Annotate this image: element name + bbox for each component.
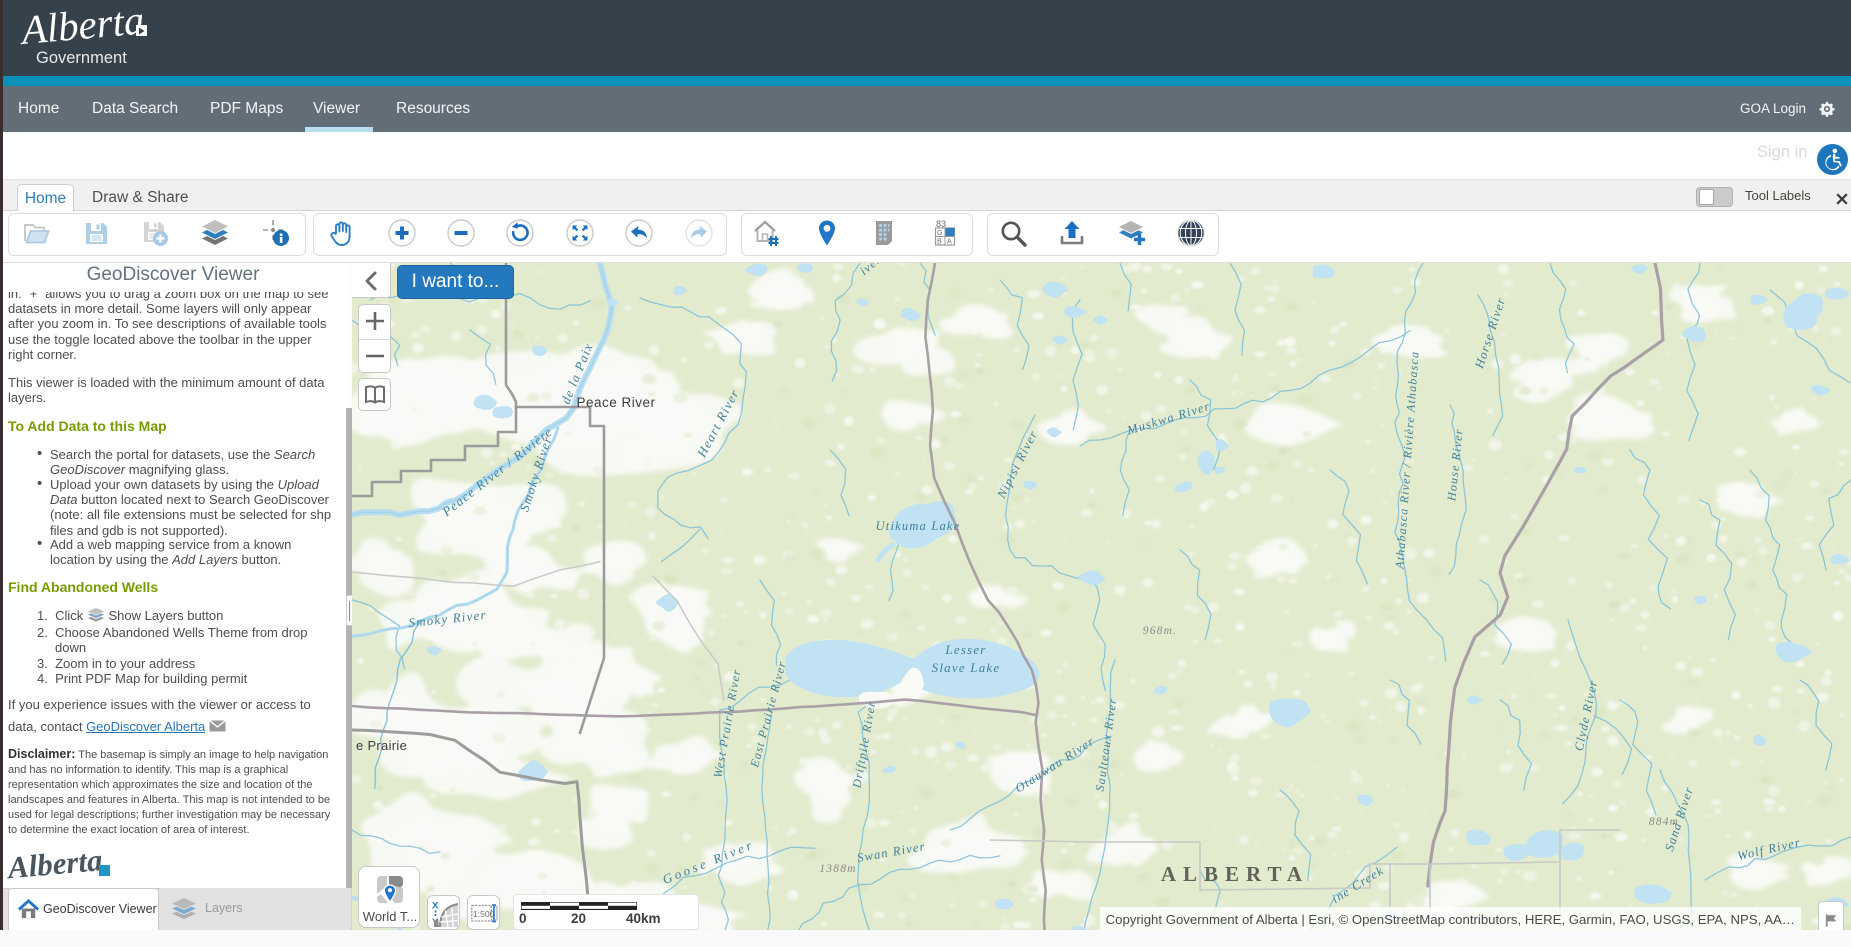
svg-text:884m: 884m (1649, 816, 1679, 828)
svg-text:Peace River: Peace River (576, 395, 655, 410)
svg-text:Alberta: Alberta (20, 2, 146, 53)
svg-text:ALBERTA: ALBERTA (1161, 862, 1309, 886)
svg-text:1388m: 1388m (819, 863, 856, 875)
svg-text:Lesser: Lesser (944, 642, 986, 657)
svg-text:Slave Lake: Slave Lake (932, 660, 1001, 675)
svg-text:G: G (937, 230, 942, 237)
svg-text:1:500: 1:500 (473, 909, 495, 919)
svg-text:X: X (432, 901, 439, 912)
svg-text:A: A (947, 239, 952, 246)
svg-text:e Prairie: e Prairie (356, 738, 407, 753)
svg-text:B: B (937, 239, 942, 246)
svg-text:968m.: 968m. (1143, 625, 1177, 637)
svg-text:Government: Government (36, 49, 127, 67)
svg-text:Utikuma Lake: Utikuma Lake (876, 519, 961, 533)
svg-text:Alberta: Alberta (6, 843, 104, 885)
